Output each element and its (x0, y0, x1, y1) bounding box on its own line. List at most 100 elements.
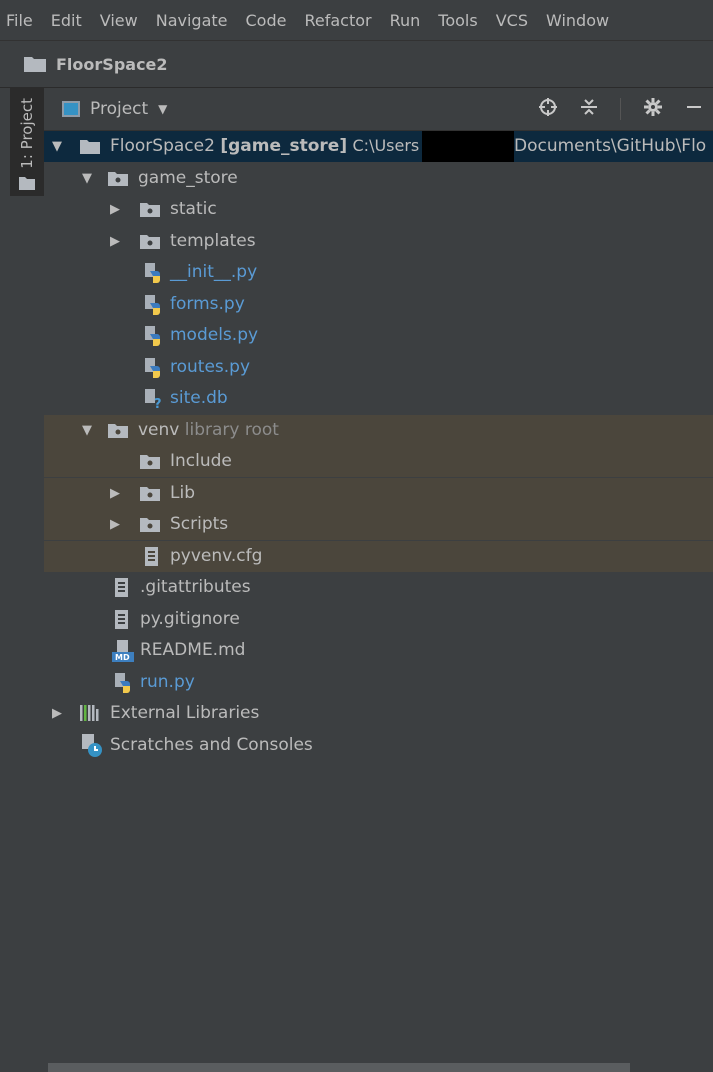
menu-file[interactable]: File (0, 11, 42, 30)
tree-node-models-py[interactable]: models.py (44, 320, 713, 351)
redaction-box (422, 131, 514, 162)
text-file-icon (115, 610, 128, 629)
tree-node-templates[interactable]: ▶ templates (44, 226, 713, 257)
text-file-icon (145, 547, 158, 566)
project-panel-header: Project ▼ (44, 88, 713, 131)
expanded-arrow-icon[interactable]: ▼ (80, 171, 94, 186)
root-path-suffix: Documents\GitHub\Flo (514, 136, 707, 156)
python-file-icon (145, 263, 160, 283)
folder-icon (24, 57, 46, 72)
folder-icon (140, 235, 160, 249)
folder-icon (140, 203, 160, 217)
python-file-icon (145, 295, 160, 315)
tree-node-pyvenv-cfg[interactable]: pyvenv.cfg (44, 541, 713, 572)
tree-label: site.db (170, 388, 228, 408)
collapsed-arrow-icon[interactable]: ▶ (108, 234, 122, 249)
library-icon (80, 705, 99, 721)
tree-node-forms-py[interactable]: forms.py (44, 289, 713, 320)
tree-node-lib[interactable]: ▶ Lib (44, 478, 713, 509)
package-folder-icon (108, 172, 128, 186)
locate-icon[interactable] (538, 97, 558, 122)
tree-node-site-db[interactable]: ? site.db (44, 383, 713, 414)
navigation-bar: FloorSpace2 (0, 41, 713, 88)
tree-label: Lib (170, 483, 195, 503)
expanded-arrow-icon[interactable]: ▼ (50, 139, 64, 154)
tool-strip (10, 196, 44, 1072)
tree-label: routes.py (170, 357, 251, 377)
root-path-prefix: C:\Users (352, 136, 420, 155)
python-file-icon (145, 358, 160, 378)
tree-node-gitattributes[interactable]: .gitattributes (44, 572, 713, 603)
folder-icon (140, 487, 160, 501)
tool-strip-edge (0, 88, 10, 1072)
module-folder-icon (80, 140, 100, 154)
tree-label: py.gitignore (140, 609, 240, 629)
tree-label: static (170, 199, 217, 219)
tree-label: templates (170, 231, 256, 251)
tree-label: .gitattributes (140, 577, 251, 597)
venv-name: venv (138, 420, 180, 440)
tree-label: Include (170, 451, 232, 471)
folder-icon (140, 518, 160, 532)
menu-refactor[interactable]: Refactor (295, 11, 380, 30)
menu-run[interactable]: Run (381, 11, 430, 30)
tree-node-gitignore[interactable]: py.gitignore (44, 604, 713, 635)
hide-icon[interactable] (685, 97, 703, 122)
menu-vcs[interactable]: VCS (487, 11, 537, 30)
tree-label: venv library root (138, 420, 279, 440)
library-root-hint: library root (184, 420, 279, 440)
tree-node-scripts[interactable]: ▶ Scripts (44, 509, 713, 540)
menu-bar: File Edit View Navigate Code Refactor Ru… (0, 0, 713, 41)
collapse-all-icon[interactable] (580, 97, 598, 122)
tree-node-game-store[interactable]: ▼ game_store (44, 163, 713, 194)
svg-text:MD: MD (115, 653, 130, 662)
tree-node-routes-py[interactable]: routes.py (44, 352, 713, 383)
folder-icon (140, 455, 160, 469)
tree-label: pyvenv.cfg (170, 546, 263, 566)
python-file-icon (145, 326, 160, 346)
tree-node-init-py[interactable]: __init__.py (44, 257, 713, 288)
collapsed-arrow-icon[interactable]: ▶ (108, 517, 122, 532)
header-separator (620, 98, 621, 120)
menu-window[interactable]: Window (537, 11, 618, 30)
collapsed-arrow-icon[interactable]: ▶ (108, 202, 122, 217)
menu-edit[interactable]: Edit (42, 11, 91, 30)
collapsed-arrow-icon[interactable]: ▶ (108, 486, 122, 501)
expanded-arrow-icon[interactable]: ▼ (80, 423, 94, 438)
tree-node-static[interactable]: ▶ static (44, 194, 713, 225)
project-tool-tab[interactable]: 1: Project (10, 88, 44, 196)
menu-navigate[interactable]: Navigate (147, 11, 237, 30)
scratches-icon (82, 734, 102, 757)
project-breadcrumb[interactable]: FloorSpace2 (56, 55, 168, 74)
tree-node-run-py[interactable]: run.py (44, 667, 713, 698)
collapsed-arrow-icon[interactable]: ▶ (50, 706, 64, 721)
text-file-icon (115, 578, 128, 597)
horizontal-scrollbar[interactable] (48, 1063, 630, 1072)
tree-label: forms.py (170, 294, 245, 314)
tree-label: Scripts (170, 514, 229, 534)
menu-view[interactable]: View (91, 11, 147, 30)
tree-node-scratches[interactable]: Scratches and Consoles (44, 730, 713, 761)
markdown-file-icon: MD (112, 640, 134, 662)
folder-icon (108, 424, 128, 438)
tree-node-include[interactable]: Include (44, 446, 713, 477)
tree-node-root[interactable]: ▼ FloorSpace2 [game_store] C:\Users Docu… (44, 131, 713, 162)
menu-tools[interactable]: Tools (429, 11, 486, 30)
project-panel: Project ▼ ▼ FloorSpace2 [game_store] C:\… (44, 88, 713, 1072)
tree-label: FloorSpace2 [game_store] C:\Users (110, 136, 419, 156)
chevron-down-icon[interactable]: ▼ (158, 102, 167, 116)
folder-icon (19, 176, 35, 190)
unknown-file-icon: ? (145, 389, 162, 409)
python-file-icon (115, 673, 130, 693)
tree-node-external-libraries[interactable]: ▶ External Libraries (44, 698, 713, 729)
tree-label: models.py (170, 325, 259, 345)
project-tool-tab-label: 1: Project (18, 98, 36, 169)
menu-code[interactable]: Code (237, 11, 296, 30)
project-view-selector[interactable]: Project (90, 99, 148, 119)
tree-node-readme[interactable]: MD README.md (44, 635, 713, 666)
gear-icon[interactable] (643, 97, 663, 122)
project-view-icon (62, 101, 80, 117)
tree-label: Scratches and Consoles (110, 735, 313, 755)
tree-label: run.py (140, 672, 195, 692)
tree-node-venv[interactable]: ▼ venv library root (44, 415, 713, 446)
